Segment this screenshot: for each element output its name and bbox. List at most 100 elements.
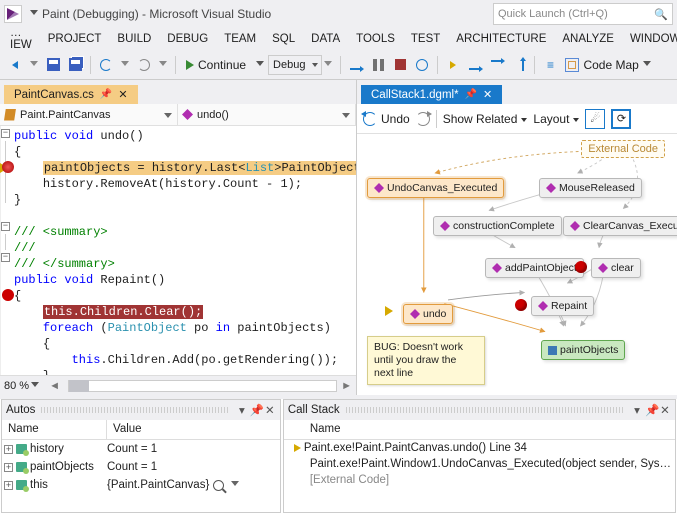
- continue-button[interactable]: Continue: [180, 54, 252, 76]
- pin-icon[interactable]: 📌: [645, 403, 657, 417]
- step-into-button-2[interactable]: [465, 55, 485, 75]
- callstack-frame[interactable]: Paint.exe!Paint.PaintCanvas.undo() Line …: [284, 440, 675, 456]
- show-related-dropdown[interactable]: Show Related: [443, 112, 528, 126]
- node-clear[interactable]: clear: [591, 258, 641, 278]
- horizontal-scrollbar[interactable]: [68, 380, 337, 392]
- break-all-button[interactable]: [368, 55, 388, 75]
- filter-button[interactable]: ☄: [585, 109, 605, 129]
- code-map-dropdown[interactable]: [643, 61, 651, 69]
- close-icon[interactable]: ✕: [264, 403, 276, 417]
- close-icon[interactable]: ✕: [659, 403, 671, 417]
- undo-toolbar-button[interactable]: [96, 55, 116, 75]
- window-menu-dropdown[interactable]: [30, 10, 38, 18]
- callstack-frame[interactable]: Paint.exe!Paint.Window1.UndoCanvas_Execu…: [284, 456, 675, 472]
- window-dropdown-icon[interactable]: ▾: [631, 403, 643, 417]
- breakpoint-icon[interactable]: [515, 299, 527, 311]
- step-into-button[interactable]: [346, 55, 366, 75]
- breakpoint-gutter[interactable]: [0, 126, 1, 375]
- code-area[interactable]: − − − public void undo() { paintObjects …: [0, 126, 356, 375]
- node-paintobjects[interactable]: paintObjects: [541, 340, 625, 360]
- callstack-titlebar[interactable]: Call Stack ▾ 📌 ✕: [284, 400, 675, 420]
- menu-sql[interactable]: SQL: [264, 31, 303, 47]
- menu-debug[interactable]: DEBUG: [159, 31, 216, 47]
- nav-back-button[interactable]: [5, 55, 25, 75]
- code-map-graph[interactable]: External Code UndoCanvas_Executed MouseR…: [357, 134, 677, 395]
- breakpoint-icon[interactable]: [575, 261, 587, 273]
- intellitrace-button[interactable]: ≡: [540, 55, 560, 75]
- step-over-button[interactable]: [487, 55, 507, 75]
- expand-icon[interactable]: +: [4, 463, 13, 472]
- breakpoint-icon[interactable]: [2, 161, 14, 173]
- breakpoint-icon[interactable]: [2, 289, 14, 301]
- scroll-left-icon[interactable]: ◄: [49, 380, 60, 392]
- menu-window[interactable]: WINDOW: [622, 31, 677, 47]
- class-combo[interactable]: Paint.PaintCanvas: [0, 104, 178, 125]
- close-icon[interactable]: ✕: [118, 88, 127, 101]
- external-code-badge[interactable]: External Code: [581, 140, 665, 158]
- fold-toggle[interactable]: −: [1, 129, 10, 138]
- redo-icon[interactable]: [416, 112, 430, 126]
- pin-icon[interactable]: 📌: [465, 89, 477, 100]
- sync-button[interactable]: ⟳: [611, 109, 631, 129]
- autos-row[interactable]: +history Count = 1: [2, 440, 280, 458]
- autos-titlebar[interactable]: Autos ▾ 📌 ✕: [2, 400, 280, 420]
- autos-col-value[interactable]: Value: [107, 420, 148, 439]
- close-icon[interactable]: ✕: [483, 88, 492, 101]
- configuration-select[interactable]: Debug: [268, 55, 322, 75]
- node-undo[interactable]: undo: [403, 304, 453, 324]
- scrollbar-thumb[interactable]: [69, 380, 89, 392]
- code-map-button[interactable]: Code Map: [565, 58, 638, 72]
- menu-test[interactable]: TEST: [403, 31, 448, 47]
- continue-dropdown[interactable]: [256, 61, 264, 69]
- node-undocanvas-executed[interactable]: UndoCanvas_Executed: [367, 178, 504, 198]
- pin-icon[interactable]: 📌: [100, 89, 112, 100]
- menu-data[interactable]: DATA: [303, 31, 348, 47]
- node-constructioncomplete[interactable]: constructionComplete: [433, 216, 562, 236]
- fold-toggle[interactable]: −: [1, 253, 10, 262]
- zoom-dropdown[interactable]: [31, 382, 39, 390]
- visualizer-icon[interactable]: [213, 480, 224, 491]
- search-icon[interactable]: 🔍: [654, 8, 668, 21]
- menu-analyze[interactable]: ANALYZE: [554, 31, 622, 47]
- callstack-col-name[interactable]: Name: [284, 420, 347, 439]
- node-clearcanvas-executed[interactable]: ClearCanvas_Executed: [563, 216, 677, 236]
- scroll-right-icon[interactable]: ►: [341, 380, 352, 392]
- menu-team[interactable]: TEAM: [216, 31, 264, 47]
- restart-button[interactable]: [412, 55, 432, 75]
- autos-col-name[interactable]: Name: [2, 420, 107, 439]
- save-all-button[interactable]: [65, 55, 85, 75]
- node-mousereleased[interactable]: MouseReleased: [539, 178, 642, 198]
- expand-icon[interactable]: +: [4, 481, 13, 490]
- tab-paintcanvas[interactable]: PaintCanvas.cs 📌 ✕: [4, 85, 138, 104]
- step-out-button[interactable]: [509, 55, 529, 75]
- menu-view[interactable]: …IEW: [2, 25, 40, 53]
- menu-tools[interactable]: TOOLS: [348, 31, 403, 47]
- menu-architecture[interactable]: ARCHITECTURE: [448, 31, 554, 47]
- menu-project[interactable]: PROJECT: [40, 31, 110, 47]
- show-next-button[interactable]: [443, 55, 463, 75]
- code-text[interactable]: public void undo() { paintObjects = hist…: [10, 126, 356, 375]
- undo-dropdown[interactable]: [121, 61, 129, 69]
- autos-row[interactable]: +paintObjects Count = 1: [2, 458, 280, 476]
- redo-toolbar-button[interactable]: [134, 55, 154, 75]
- save-button[interactable]: [43, 55, 63, 75]
- zoom-value[interactable]: 80 %: [4, 380, 29, 392]
- undo-button[interactable]: Undo: [363, 112, 410, 126]
- bug-annotation[interactable]: BUG: Doesn't work until you draw the nex…: [367, 336, 485, 385]
- fold-toggle[interactable]: −: [1, 222, 10, 231]
- visualizer-dropdown[interactable]: [231, 481, 239, 489]
- quick-launch-input[interactable]: Quick Launch (Ctrl+Q) 🔍: [493, 3, 673, 25]
- stop-debugging-button[interactable]: [390, 55, 410, 75]
- menu-build[interactable]: BUILD: [109, 31, 159, 47]
- configuration-dropdown[interactable]: [324, 61, 332, 69]
- nav-back-dropdown[interactable]: [30, 61, 38, 69]
- expand-icon[interactable]: +: [4, 445, 13, 454]
- tab-callstack-dgml[interactable]: CallStack1.dgml* 📌 ✕: [361, 85, 502, 104]
- member-combo[interactable]: undo(): [178, 104, 356, 125]
- node-repaint[interactable]: Repaint: [531, 296, 594, 316]
- redo-dropdown[interactable]: [159, 61, 167, 69]
- node-addpaintobject[interactable]: addPaintObject: [485, 258, 584, 278]
- layout-dropdown[interactable]: Layout: [533, 112, 579, 126]
- callstack-frame[interactable]: [External Code]: [284, 472, 675, 488]
- autos-row[interactable]: +this {Paint.PaintCanvas}: [2, 476, 280, 494]
